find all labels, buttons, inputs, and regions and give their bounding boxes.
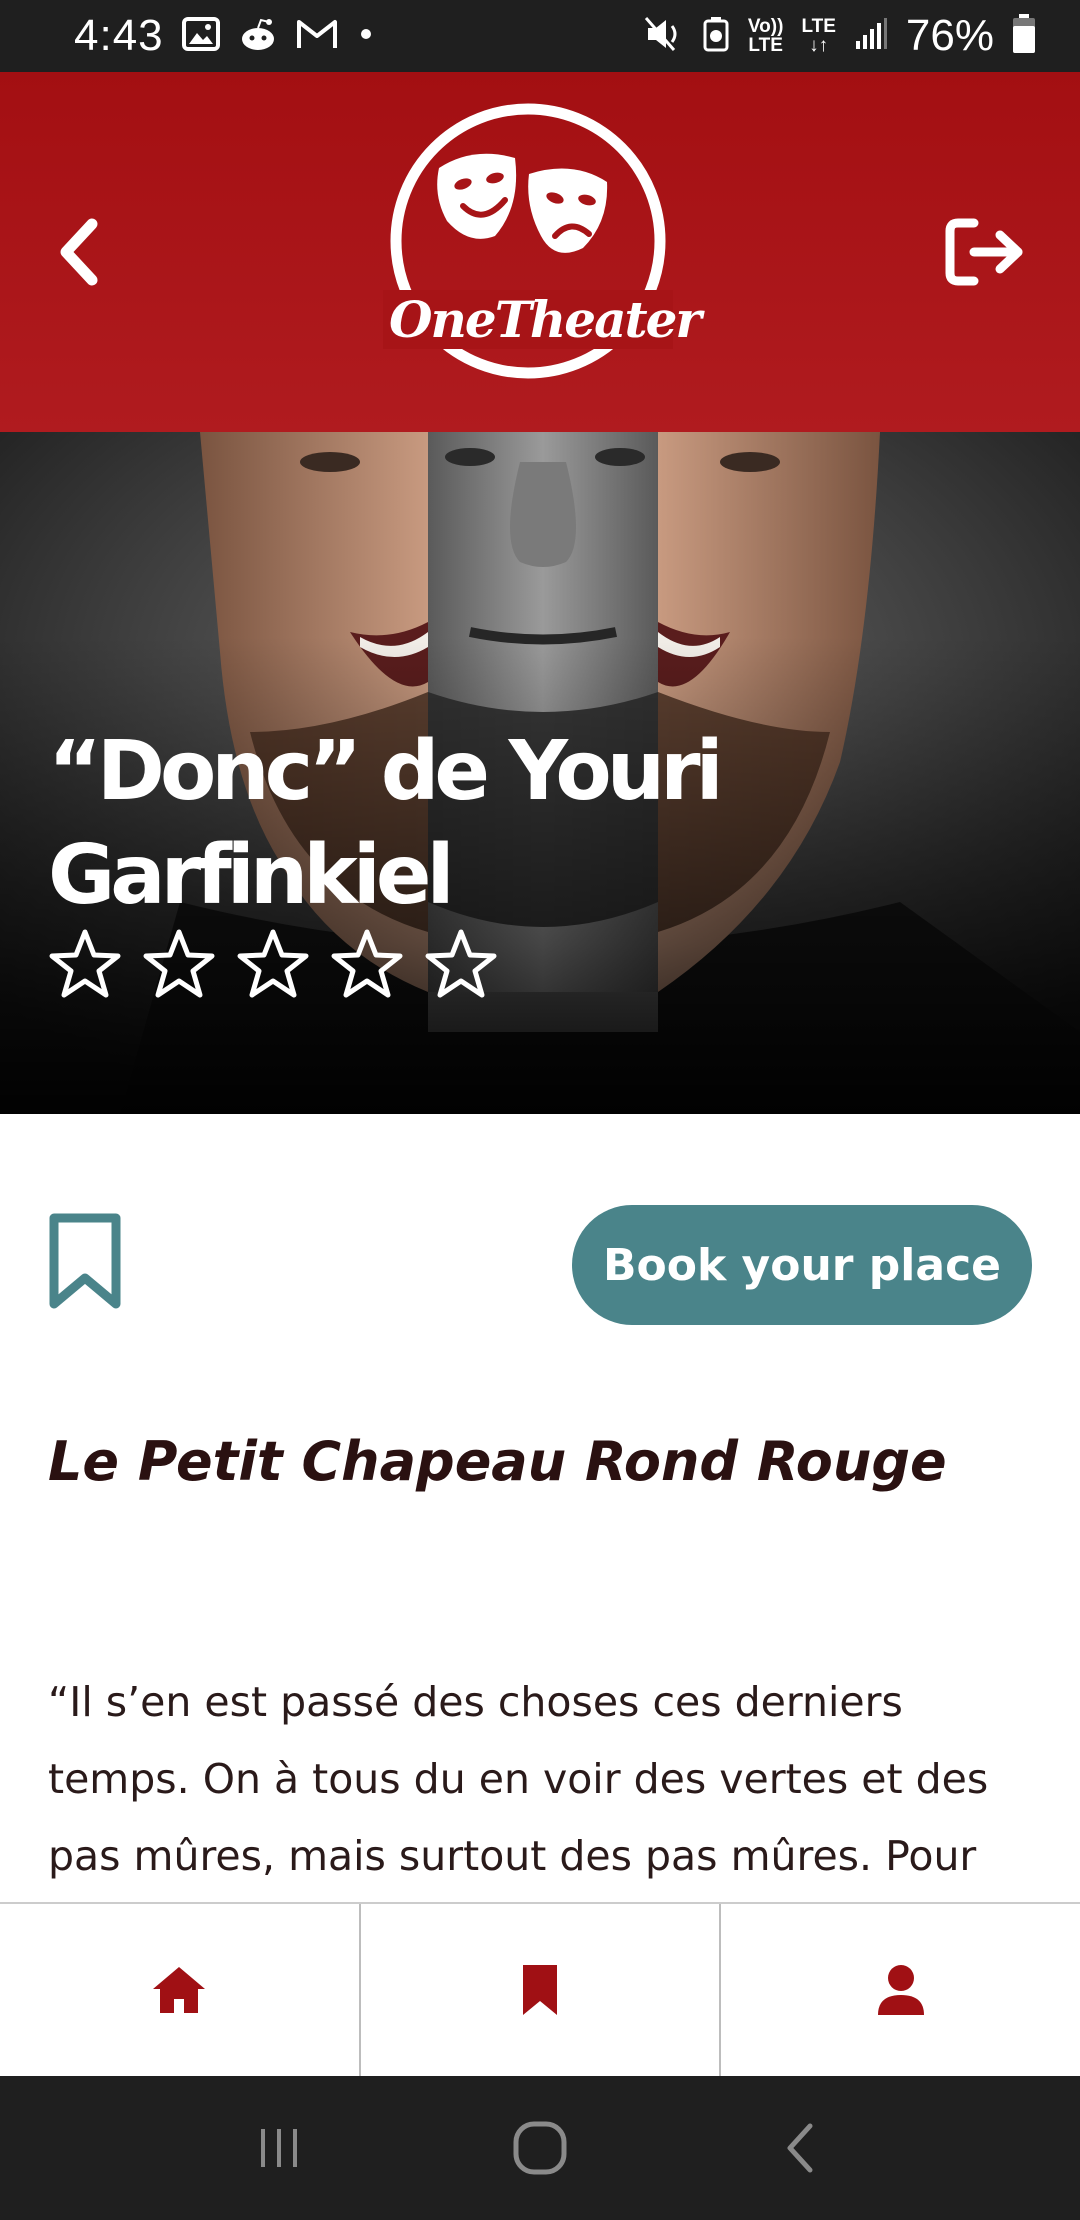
star-icon[interactable] — [48, 928, 122, 1002]
system-nav-bar — [0, 2076, 1080, 2220]
reddit-icon — [238, 17, 278, 56]
star-icon[interactable] — [236, 928, 310, 1002]
star-rating[interactable] — [48, 928, 498, 1002]
battery-percent: 76% — [905, 11, 994, 60]
star-icon[interactable] — [424, 928, 498, 1002]
user-icon — [877, 1965, 924, 2015]
volte-icon: Vo)) LTE — [747, 16, 784, 56]
star-icon[interactable] — [142, 928, 216, 1002]
dot-icon — [356, 24, 376, 49]
status-right: Vo)) LTE LTE ↓↑ 76% — [644, 11, 1036, 61]
home-circle-icon — [513, 2121, 567, 2175]
show-title: “Donc” de Youri Garfinkiel — [48, 724, 724, 923]
status-left: 4:43 — [74, 11, 376, 61]
battery-icon — [1012, 13, 1036, 59]
nav-home[interactable] — [0, 1904, 361, 2076]
app-header: OneTheater — [0, 72, 1080, 432]
bookmark-button[interactable] — [48, 1212, 122, 1312]
nav-profile[interactable] — [721, 1904, 1080, 2076]
venue-name: Le Petit Chapeau Rond Rouge — [48, 1430, 947, 1493]
gmail-icon — [296, 18, 338, 55]
logout-button[interactable] — [940, 207, 1030, 297]
bookmark-icon — [523, 1965, 557, 2015]
chevron-left-icon — [60, 218, 98, 286]
gallery-icon — [181, 16, 220, 56]
app-logo: OneTheater — [383, 96, 702, 386]
back-chevron-icon — [787, 2123, 813, 2173]
recent-apps-button[interactable] — [240, 2108, 320, 2188]
back-button[interactable] — [50, 202, 110, 302]
show-description: “Il s’en est passé des choses ces dernie… — [48, 1678, 989, 1880]
bottom-nav — [0, 1902, 1080, 2076]
lte-icon: LTE ↓↑ — [801, 16, 836, 56]
status-bar: 4:43 Vo)) LTE LTE ↓↑ 76% — [0, 0, 1080, 72]
nav-bookmarks[interactable] — [361, 1904, 722, 2076]
signal-icon — [854, 17, 888, 56]
logout-icon — [945, 218, 1023, 286]
book-your-place-button[interactable]: Book your place — [572, 1205, 1032, 1325]
back-system-button[interactable] — [760, 2108, 840, 2188]
home-system-button[interactable] — [500, 2108, 580, 2188]
battery-saver-icon — [702, 16, 730, 57]
logo-text: OneTheater — [383, 290, 702, 349]
status-time: 4:43 — [74, 11, 164, 60]
star-icon[interactable] — [330, 928, 404, 1002]
bookmark-outline-icon — [49, 1213, 121, 1309]
home-icon — [153, 1967, 206, 2013]
recent-apps-icon — [261, 2129, 297, 2167]
show-hero: “Donc” de Youri Garfinkiel — [0, 432, 1080, 1114]
mute-icon — [644, 16, 684, 57]
